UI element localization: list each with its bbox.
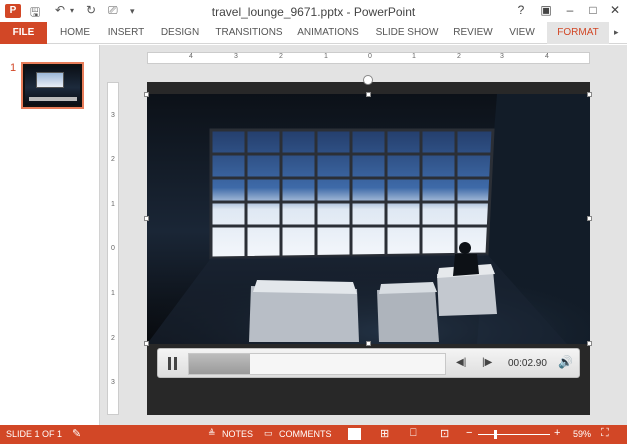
zoom-slider-track[interactable]	[478, 434, 550, 435]
tab-slide-show[interactable]: SLIDE SHOW	[374, 22, 440, 44]
normal-view-icon[interactable]	[348, 428, 361, 440]
ruler-tick-label: 3	[111, 379, 115, 386]
maximize-button[interactable]: □	[584, 3, 602, 17]
rotate-handle-icon[interactable]	[363, 75, 373, 85]
selection-handle[interactable]	[144, 341, 149, 346]
tab-file[interactable]: FILE	[0, 22, 47, 44]
selection-handle[interactable]	[366, 92, 371, 97]
minimize-button[interactable]: –	[561, 3, 579, 17]
comments-icon[interactable]: ▭	[264, 428, 273, 439]
armchair-left	[249, 280, 359, 342]
pause-icon-bar	[174, 357, 177, 370]
selection-handle[interactable]	[587, 92, 592, 97]
ruler-tick-label: 3	[234, 53, 238, 60]
ruler-tick-label: 4	[545, 53, 549, 60]
volume-icon[interactable]: 🔊	[558, 355, 573, 369]
selection-handle[interactable]	[144, 92, 149, 97]
selection-handle[interactable]	[587, 216, 592, 221]
thumbnail-window-wall	[36, 72, 64, 88]
pause-icon-bar	[168, 357, 171, 370]
comments-button[interactable]: COMMENTS	[279, 429, 332, 439]
window-title: travel_lounge_9671.pptx - PowerPoint	[211, 5, 416, 19]
ribbon-display-options-button[interactable]: ▣	[537, 3, 555, 17]
media-controls-bar: ◀| |▶ 00:02.90 🔊	[157, 348, 580, 378]
title-bar: P 🖫 ↶ ▾ ↻ ⎚ ▾ travel_lounge_9671.pptx - …	[0, 0, 627, 22]
ruler-tick-label: 1	[111, 201, 115, 208]
ruler-tick-label: 1	[111, 290, 115, 297]
tab-design[interactable]: DESIGN	[156, 22, 204, 44]
playback-progress-track[interactable]	[188, 353, 446, 375]
tab-format[interactable]: FORMAT	[547, 22, 609, 44]
ruler-tick-label: 3	[111, 112, 115, 119]
ruler-tick-label: 0	[111, 245, 115, 252]
selection-handle[interactable]	[587, 341, 592, 346]
horizontal-ruler: 4 3 2 1 0 1 2 3 4	[147, 52, 590, 64]
close-button[interactable]: ✕	[606, 3, 624, 17]
armchair-center	[377, 282, 439, 342]
tab-review[interactable]: REVIEW	[450, 22, 496, 44]
tab-transitions[interactable]: TRANSITIONS	[214, 22, 284, 44]
tab-insert[interactable]: INSERT	[104, 22, 148, 44]
selection-handle[interactable]	[366, 341, 371, 346]
help-button[interactable]: ?	[512, 3, 530, 17]
ruler-tick-label: 2	[111, 335, 115, 342]
zoom-level[interactable]: 59%	[573, 429, 591, 439]
elapsed-time: 00:02.90	[508, 358, 547, 369]
lounge-scene-image	[147, 94, 590, 344]
step-back-icon[interactable]: ◀|	[456, 357, 466, 368]
tab-animations[interactable]: ANIMATIONS	[292, 22, 364, 44]
slide-sorter-icon[interactable]: ⊞	[380, 427, 389, 440]
slide-thumbnail[interactable]	[21, 62, 84, 109]
ruler-tick-label: 2	[457, 53, 461, 60]
ribbon-tab-bar: FILE HOME INSERT DESIGN TRANSITIONS ANIM…	[0, 22, 627, 44]
ruler-tick-label: 1	[412, 53, 416, 60]
slide-counter: SLIDE 1 OF 1	[6, 429, 63, 439]
ruler-tick-label: 2	[111, 156, 115, 163]
video-frame[interactable]	[147, 94, 590, 344]
ruler-tick-label: 1	[324, 53, 328, 60]
notes-button[interactable]: NOTES	[222, 429, 253, 439]
tab-home[interactable]: HOME	[52, 22, 98, 44]
spelling-check-icon[interactable]: ✎	[72, 427, 81, 440]
step-forward-icon[interactable]: |▶	[482, 357, 492, 368]
thumbnail-image	[25, 66, 80, 105]
zoom-slider-knob[interactable]	[494, 430, 497, 439]
vertical-ruler: 3 2 1 0 1 2 3	[107, 82, 119, 415]
ruler-tick-label: 0	[368, 53, 372, 60]
tab-view[interactable]: VIEW	[504, 22, 540, 44]
thumbnail-number: 1	[10, 62, 17, 74]
notes-icon[interactable]: ≜	[208, 428, 216, 439]
pause-button[interactable]	[166, 357, 180, 371]
expand-ribbon-icon[interactable]: ▸	[614, 27, 619, 38]
ruler-tick-label: 3	[500, 53, 504, 60]
status-bar: SLIDE 1 OF 1 ✎ ≜ NOTES ▭ COMMENTS ⊞ ⎕ ⊡ …	[0, 425, 627, 444]
zoom-out-button[interactable]: −	[466, 427, 472, 439]
playback-progress-fill	[189, 354, 250, 374]
selection-handle[interactable]	[144, 216, 149, 221]
slide-thumbnail-pane: 1	[0, 45, 100, 425]
zoom-in-button[interactable]: +	[554, 427, 560, 439]
ruler-tick-label: 4	[189, 53, 193, 60]
fit-slide-icon[interactable]: ⛶	[601, 427, 609, 440]
thumbnail-media-bar	[29, 97, 77, 101]
reading-view-icon[interactable]: ⎕	[410, 427, 417, 440]
slide-show-icon[interactable]: ⊡	[440, 427, 449, 440]
ruler-tick-label: 2	[279, 53, 283, 60]
